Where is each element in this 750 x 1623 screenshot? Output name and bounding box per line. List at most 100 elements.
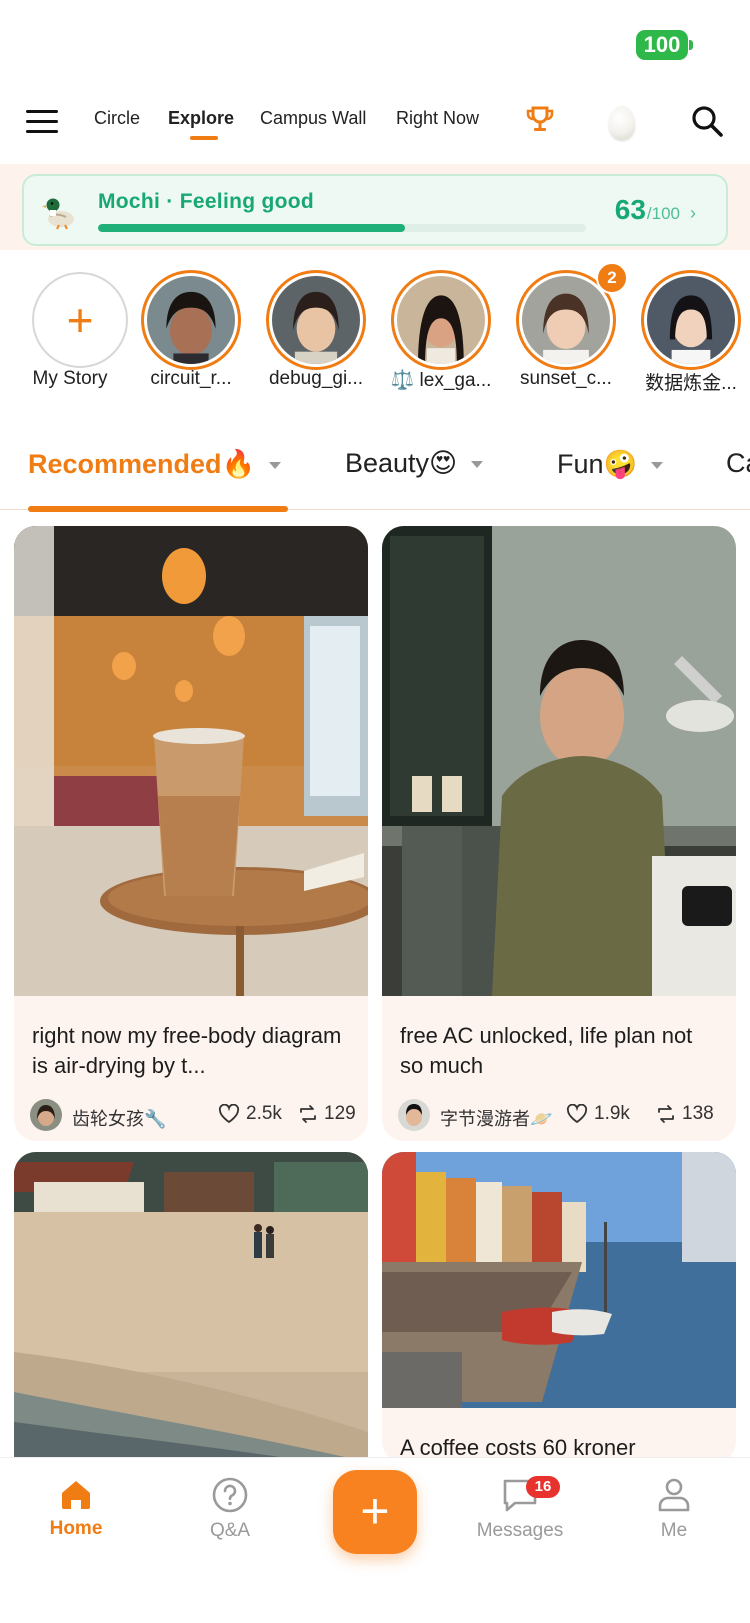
active-tab-indicator xyxy=(190,136,218,140)
mood-progress-bar xyxy=(98,224,586,232)
avatar xyxy=(522,276,610,366)
category-label: Ca xyxy=(726,448,750,478)
mood-score-value: 63 xyxy=(614,194,646,225)
nav-home[interactable]: Home xyxy=(16,1476,136,1540)
menu-icon[interactable] xyxy=(26,110,58,136)
repost-count-value: 138 xyxy=(682,1103,714,1124)
story-label: ⚖️ lex_ga... xyxy=(390,370,492,391)
like-count[interactable]: 2.5k xyxy=(218,1103,282,1125)
heart-icon xyxy=(566,1104,588,1124)
battery-indicator: 100 xyxy=(636,30,693,60)
story-label: 数据炼金... xyxy=(645,373,737,394)
tab-explore[interactable]: Explore xyxy=(168,108,234,129)
author-avatar[interactable] xyxy=(30,1099,62,1131)
messages-badge: 16 xyxy=(526,1476,560,1498)
add-story-button[interactable]: + xyxy=(32,272,128,368)
top-navigation: Circle Explore Campus Wall Right Now xyxy=(0,96,750,152)
repost-count[interactable]: 138 xyxy=(656,1103,714,1125)
story-label: sunset_c... xyxy=(520,368,612,389)
nav-me[interactable]: Me xyxy=(614,1476,734,1542)
category-fun[interactable]: Fun🤪 xyxy=(557,448,664,480)
app-screen: 100 Circle Explore Campus Wall Right Now xyxy=(0,0,750,1623)
home-icon xyxy=(62,1481,90,1509)
mood-banner-area: Mochi · Feeling good 63 /100 › xyxy=(0,164,750,250)
post-title: A coffee costs 60 kroner xyxy=(382,1413,736,1463)
person-icon xyxy=(658,1478,690,1512)
story-ring xyxy=(391,270,491,370)
category-label: Beauty😍 xyxy=(345,448,458,478)
post-image xyxy=(382,1152,736,1408)
trophy-icon[interactable] xyxy=(524,104,556,136)
feed-card[interactable]: A coffee costs 60 kroner xyxy=(382,1152,736,1463)
chevron-down-icon[interactable] xyxy=(269,462,282,470)
feed: right now my free-body diagram is air-dr… xyxy=(0,512,750,1477)
repost-icon xyxy=(300,1105,316,1123)
feed-card[interactable]: free AC unlocked, life plan not so much … xyxy=(382,526,736,1141)
story-ring xyxy=(266,270,366,370)
category-beauty[interactable]: Beauty😍 xyxy=(345,448,484,479)
story-label: debug_gi... xyxy=(268,368,364,389)
avatar xyxy=(272,276,360,366)
post-title-text: free AC unlocked, life plan not so much xyxy=(400,1023,693,1078)
nav-label: Q&A xyxy=(209,1520,251,1541)
repost-count[interactable]: 129 xyxy=(298,1103,356,1125)
category-next[interactable]: Ca xyxy=(726,448,750,479)
repost-count-value: 129 xyxy=(324,1103,356,1124)
nav-messages[interactable]: 16 Messages xyxy=(460,1476,580,1542)
bottom-navigation: Home Q&A + 16 Messages Me xyxy=(0,1458,750,1623)
nav-label: Home xyxy=(49,1518,103,1539)
tab-campus-wall[interactable]: Campus Wall xyxy=(260,108,366,129)
story-label: My Story xyxy=(32,368,108,389)
category-recommended[interactable]: Recommended🔥 xyxy=(28,448,282,480)
avatar xyxy=(397,276,485,364)
nav-label: Messages xyxy=(476,1520,564,1541)
stories-row: + My Story circuit_r... debug_gi... ⚖️ l… xyxy=(0,262,750,412)
chevron-right-icon: › xyxy=(690,203,696,223)
nav-label: Me xyxy=(660,1520,688,1541)
author-name[interactable]: 齿轮女孩🔧 xyxy=(72,1105,166,1131)
search-icon[interactable] xyxy=(690,104,724,138)
story-ring xyxy=(641,270,741,370)
category-label: Recommended🔥 xyxy=(28,449,256,479)
chevron-down-icon[interactable] xyxy=(471,461,484,469)
feed-card[interactable]: right now my free-body diagram is air-dr… xyxy=(14,526,368,1141)
repost-icon xyxy=(658,1105,674,1123)
duck-icon xyxy=(42,198,74,230)
tab-circle[interactable]: Circle xyxy=(94,108,140,129)
post-meta: 齿轮女孩🔧 2.5k 129 xyxy=(14,1091,368,1141)
heart-icon xyxy=(218,1104,240,1124)
question-icon xyxy=(212,1477,248,1513)
tab-right-now[interactable]: Right Now xyxy=(396,108,479,129)
chevron-down-icon[interactable] xyxy=(651,462,664,470)
author-name[interactable]: 字节漫游者🪐 xyxy=(440,1105,552,1131)
category-label: Fun🤪 xyxy=(557,449,638,479)
mood-banner[interactable]: Mochi · Feeling good 63 /100 › xyxy=(22,174,728,246)
like-count[interactable]: 1.9k xyxy=(566,1103,630,1125)
plus-icon: + xyxy=(360,1483,390,1539)
nav-qa[interactable]: Q&A xyxy=(170,1476,290,1542)
post-title: free AC unlocked, life plan not so much xyxy=(382,1001,736,1081)
story-ring xyxy=(141,270,241,370)
mood-score-max: /100 xyxy=(646,204,680,223)
create-post-button[interactable]: + xyxy=(333,1470,417,1554)
avatar xyxy=(647,276,735,366)
category-tabs: Recommended🔥 Beauty😍 Fun🤪 Ca xyxy=(0,434,750,512)
egg-icon[interactable] xyxy=(609,106,635,140)
feed-card[interactable] xyxy=(14,1152,368,1477)
story-label: circuit_r... xyxy=(150,368,232,389)
mood-title: Mochi · Feeling good xyxy=(98,190,314,213)
plus-icon: + xyxy=(66,294,94,346)
post-image xyxy=(382,526,736,996)
post-image xyxy=(14,526,368,996)
post-title: right now my free-body diagram is air-dr… xyxy=(14,1001,368,1081)
post-title-text: right now my free-body diagram is air-dr… xyxy=(32,1023,342,1078)
author-avatar[interactable] xyxy=(398,1099,430,1131)
post-meta: 字节漫游者🪐 1.9k 138 xyxy=(382,1091,736,1141)
like-count-value: 1.9k xyxy=(594,1103,630,1124)
avatar xyxy=(147,276,235,366)
story-unread-badge: 2 xyxy=(596,262,628,294)
like-count-value: 2.5k xyxy=(246,1103,282,1124)
mood-progress-fill xyxy=(98,224,406,232)
post-image xyxy=(14,1152,368,1472)
mood-score: 63 /100 › xyxy=(615,194,696,226)
